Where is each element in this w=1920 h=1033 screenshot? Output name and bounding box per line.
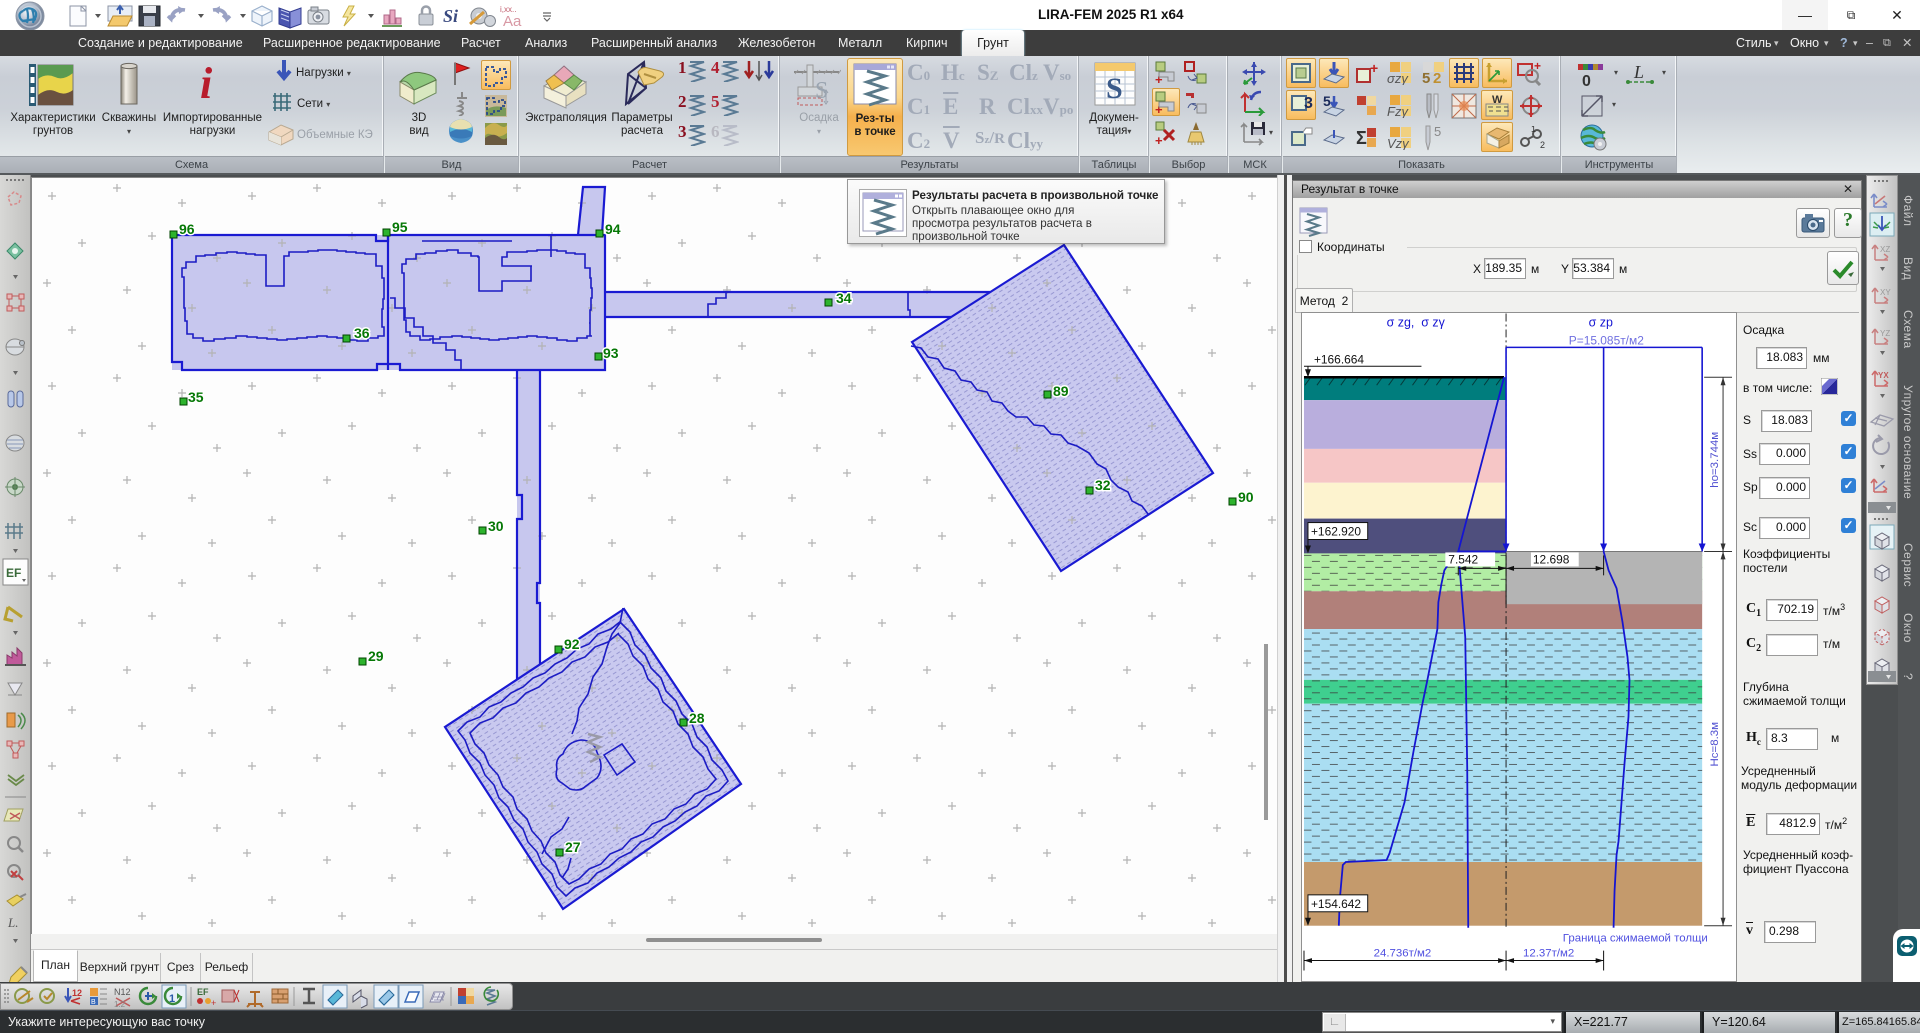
svg-text:0: 0 [1582,73,1591,88]
svg-text:28: 28 [689,710,705,726]
svg-text:5: 5 [1323,94,1331,109]
svg-text:92: 92 [564,636,580,652]
svg-text:32: 32 [1095,477,1111,493]
svg-text:36: 36 [354,325,370,341]
svg-text:2: 2 [1540,140,1545,150]
svg-text:89: 89 [1053,383,1069,399]
svg-text:+: + [1155,133,1163,146]
svg-text:+: + [211,998,216,1008]
svg-text:σ zg, σ zγ: σ zg, σ zγ [1387,315,1446,329]
svg-text:+166.664: +166.664 [1314,352,1364,366]
svg-text:EF: EF [197,987,209,997]
svg-text:96: 96 [179,221,195,237]
svg-text:1.2: 1.2 [114,1000,126,1009]
svg-text:L.: L. [7,915,18,930]
svg-text:27: 27 [565,839,581,855]
svg-text:34: 34 [836,290,852,306]
svg-text:Vzγ: Vzγ [1387,136,1410,150]
svg-text:YZ: YZ [1880,329,1890,338]
svg-text:24.736т/м2: 24.736т/м2 [1374,948,1432,960]
svg-text:ho=3.744м: ho=3.744м [1709,432,1721,488]
svg-text:Si: Si [443,6,458,26]
svg-text:+: + [1534,60,1541,73]
svg-text:3: 3 [1304,95,1313,112]
svg-text:1: 1 [169,993,175,1005]
svg-text:12: 12 [72,988,82,998]
svg-text:94: 94 [605,221,621,237]
svg-text:+162.920: +162.920 [1311,525,1361,539]
svg-text:Fzγ: Fzγ [1387,104,1409,118]
svg-text:12.698: 12.698 [1533,552,1570,566]
svg-text:N12: N12 [114,987,131,997]
svg-text:σzγ: σzγ [1387,71,1409,85]
svg-text:5: 5 [1434,124,1441,139]
svg-text:P=15.085т/м2: P=15.085т/м2 [1569,333,1644,347]
svg-text:2: 2 [1433,70,1441,85]
svg-text:12.37т/м2: 12.37т/м2 [1523,948,1574,960]
svg-text:XY: XY [1880,288,1891,297]
svg-text:σ zp: σ zp [1589,315,1613,329]
svg-text:S: S [1106,72,1123,105]
svg-text:Hс=8.3м: Hс=8.3м [1709,722,1721,767]
svg-text:29: 29 [368,648,384,664]
svg-text:L: L [1633,62,1644,82]
svg-text:93: 93 [603,345,619,361]
svg-text:30: 30 [488,518,504,534]
svg-text:+: + [1370,61,1378,76]
svg-text:95: 95 [392,219,408,235]
svg-text:EF: EF [6,566,21,580]
svg-text:XZ: XZ [1880,245,1890,254]
svg-text:90: 90 [1238,489,1254,505]
svg-text:+154.642: +154.642 [1311,897,1361,911]
svg-text:YX: YX [1878,371,1889,380]
svg-text:Aa: Aa [503,13,522,30]
svg-text:1: 1 [1531,126,1536,134]
svg-text:B: B [91,999,96,1006]
svg-text:5: 5 [1422,70,1430,85]
svg-text:35: 35 [188,389,204,405]
svg-text:Граница сжимаемой толщи: Граница сжимаемой толщи [1563,933,1708,945]
svg-text:7.542: 7.542 [1448,552,1478,566]
svg-text:Σ: Σ [1356,128,1367,148]
